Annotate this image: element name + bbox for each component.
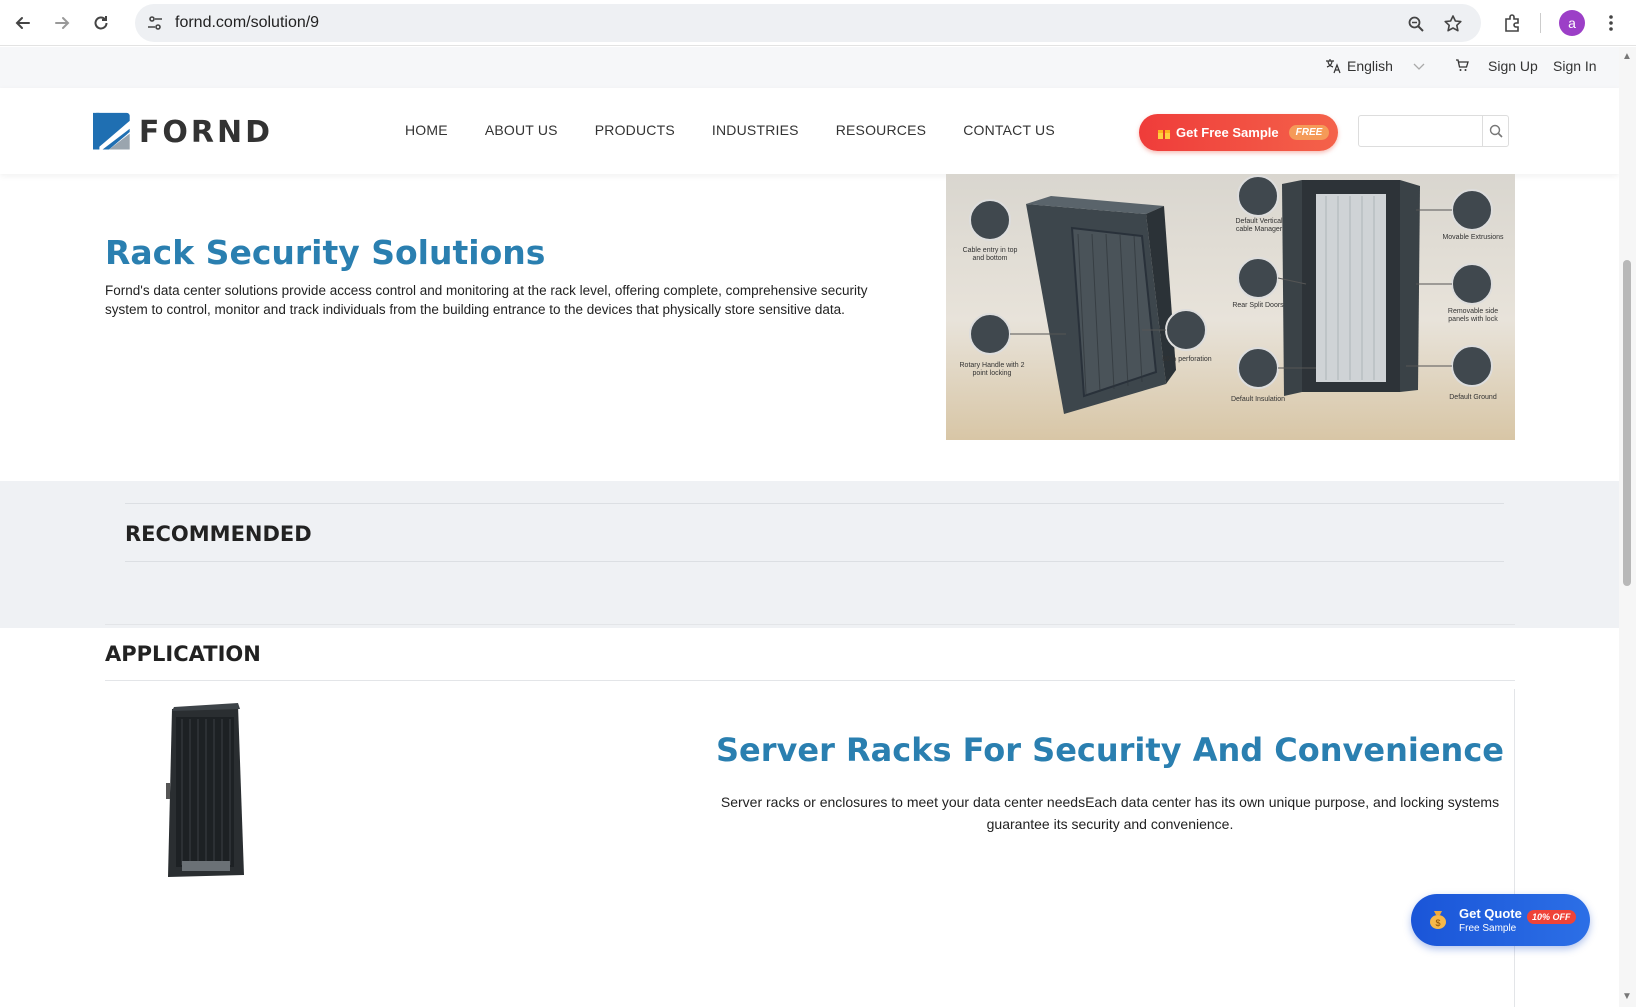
callout-perforation: 86% perforation [1162,356,1212,363]
search-input[interactable] [1359,116,1483,146]
menu-contact-us[interactable]: CONTACT US [963,122,1055,138]
language-selector[interactable]: English [1325,58,1425,74]
rack-features-image: Cable entry in top and bottom Rotary Han… [946,174,1515,440]
more-menu-icon[interactable] [1597,9,1625,37]
callout-ground: Default Ground [1449,394,1497,401]
logo[interactable]: FORND [93,106,273,158]
callout-rear-split: Rear Split Doors [1232,302,1284,309]
logo-mark-icon [93,112,130,150]
address-bar[interactable]: fornd.com/solution/9 [135,4,1481,42]
get-free-sample-button[interactable]: Get Free Sample FREE [1139,114,1338,151]
application-description: Server racks or enclosures to meet your … [720,794,1500,832]
recommended-section: RECOMMENDED [0,481,1619,628]
language-label: English [1347,58,1393,74]
site-header: FORND HOME ABOUT US PRODUCTS INDUSTRIES … [0,88,1619,174]
divider [125,503,1504,504]
divider [105,680,1515,681]
reload-icon[interactable] [86,8,116,38]
gift-icon [1158,129,1170,139]
scroll-down-icon[interactable]: ▼ [1622,991,1632,1002]
main-menu: HOME ABOUT US PRODUCTS INDUSTRIES RESOUR… [405,122,1092,138]
discount-badge: 10% OFF [1527,910,1576,924]
cart-icon[interactable] [1455,58,1469,72]
site-info-icon[interactable] [143,11,167,35]
search-icon[interactable] [1482,116,1508,146]
divider [125,561,1504,562]
callout-insulation: Default Insulation [1230,396,1286,403]
quote-subtitle: Free Sample [1459,923,1517,934]
menu-products[interactable]: PRODUCTS [595,122,675,138]
money-bag-icon: $ [1430,911,1446,929]
scroll-up-icon[interactable]: ▲ [1622,51,1632,62]
url-text: fornd.com/solution/9 [175,14,320,31]
toolbar-divider [1540,13,1541,33]
server-rack-image [166,703,244,877]
extensions-icon[interactable] [1498,9,1526,37]
menu-home[interactable]: HOME [405,122,448,138]
page-title: Rack Security Solutions [105,233,546,272]
logo-wordmark: FORND [138,114,273,150]
callout-extrusions: Movable Extrusions [1442,234,1504,241]
application-heading: Server Racks For Security And Convenienc… [715,731,1504,769]
translate-icon [1326,59,1341,74]
callout-cable-entry: Cable entry in top and bottom [962,247,1018,262]
bookmark-star-icon[interactable] [1442,13,1464,35]
sign-in-link[interactable]: Sign In [1553,58,1597,74]
page-viewport: English Sign Up Sign In FORND HOME ABOUT… [0,47,1619,1007]
back-icon[interactable] [8,8,38,38]
browser-toolbar: fornd.com/solution/9 a [0,0,1636,46]
callout-vertical-cable: Default Vertical cable Manager [1235,218,1283,233]
callout-rotary-handle: Rotary Handle with 2 point locking [959,362,1025,377]
profile-avatar[interactable]: a [1559,10,1585,36]
callout-side-panels: Removable side panels with lock [1447,308,1499,323]
site-search [1358,115,1509,147]
hero-description: Fornd's data center solutions provide ac… [105,283,868,317]
quote-title: Get Quote [1459,906,1522,921]
svg-text:$: $ [1435,918,1440,928]
forward-icon[interactable] [47,8,77,38]
menu-resources[interactable]: RESOURCES [836,122,926,138]
recommended-title: RECOMMENDED [125,522,312,546]
menu-industries[interactable]: INDUSTRIES [712,122,799,138]
utility-bar: English Sign Up Sign In [0,47,1619,88]
divider [105,624,1515,625]
zoom-icon[interactable] [1405,13,1427,35]
sample-button-label: Get Free Sample [1176,125,1279,140]
menu-about-us[interactable]: ABOUT US [485,122,558,138]
sign-up-link[interactable]: Sign Up [1488,58,1538,74]
scrollbar-thumb[interactable] [1623,260,1631,586]
application-title: APPLICATION [105,642,261,666]
free-badge: FREE [1288,125,1330,140]
get-quote-button[interactable]: $ Get Quote Free Sample 10% OFF [1411,894,1590,946]
page-scrollbar[interactable]: ▲ ▼ [1619,47,1636,1007]
chevron-down-icon [1413,63,1425,70]
